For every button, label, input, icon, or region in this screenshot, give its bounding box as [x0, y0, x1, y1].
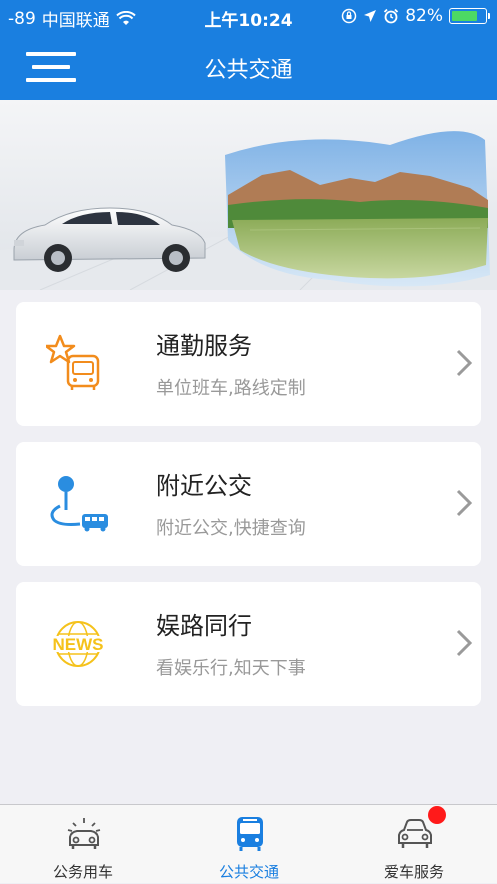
service-card-entertainment[interactable]: NEWS 娱路同行 看娱乐行,知天下事: [16, 582, 481, 706]
tab-bar: 公务用车 公共交通 爱车服务: [0, 804, 497, 883]
location-bus-icon: [50, 476, 108, 532]
bus-icon: [237, 817, 263, 851]
battery-percent: 82%: [405, 6, 443, 26]
nav-bar: 公共交通: [0, 34, 497, 100]
star-bus-icon: [46, 334, 100, 390]
service-subtitle: 看娱乐行,知天下事: [156, 658, 306, 679]
tab-public-transit[interactable]: 公共交通: [166, 805, 332, 884]
service-subtitle: 单位班车,路线定制: [156, 378, 306, 399]
chevron-right-icon: [456, 489, 473, 517]
tab-label: 公务用车: [52, 863, 113, 881]
service-title: 通勤服务: [156, 332, 252, 360]
chevron-right-icon: [456, 629, 473, 657]
official-car-icon: [67, 818, 101, 849]
tab-official-car[interactable]: 公务用车: [0, 805, 166, 884]
service-title: 娱路同行: [156, 612, 252, 640]
banner-image: [0, 100, 497, 290]
alarm-icon: [384, 8, 399, 24]
battery-icon: [449, 8, 490, 24]
status-right: 82%: [341, 6, 490, 26]
news-icon: NEWS: [48, 621, 108, 667]
service-title: 附近公交: [156, 472, 252, 500]
service-card-nearby-bus[interactable]: 附近公交 附近公交,快捷查询: [16, 442, 481, 566]
orientation-lock-icon: [341, 8, 357, 24]
page-title: 公共交通: [204, 58, 293, 83]
battery-fill: [452, 11, 478, 21]
tab-label: 爱车服务: [383, 863, 444, 881]
chevron-right-icon: [456, 349, 473, 377]
service-card-commute[interactable]: 通勤服务 单位班车,路线定制: [16, 302, 481, 426]
service-subtitle: 附近公交,快捷查询: [156, 518, 306, 539]
status-bar: -89 中国联通 上午10:24 82%: [0, 0, 497, 34]
landscape: [225, 131, 490, 287]
tab-car-service[interactable]: 爱车服务: [331, 805, 497, 884]
notification-badge: [428, 806, 446, 824]
location-arrow-icon: [364, 10, 377, 22]
tab-label: 公共交通: [218, 863, 279, 881]
news-icon-text: NEWS: [53, 635, 104, 654]
banner-illustration: [0, 100, 497, 290]
